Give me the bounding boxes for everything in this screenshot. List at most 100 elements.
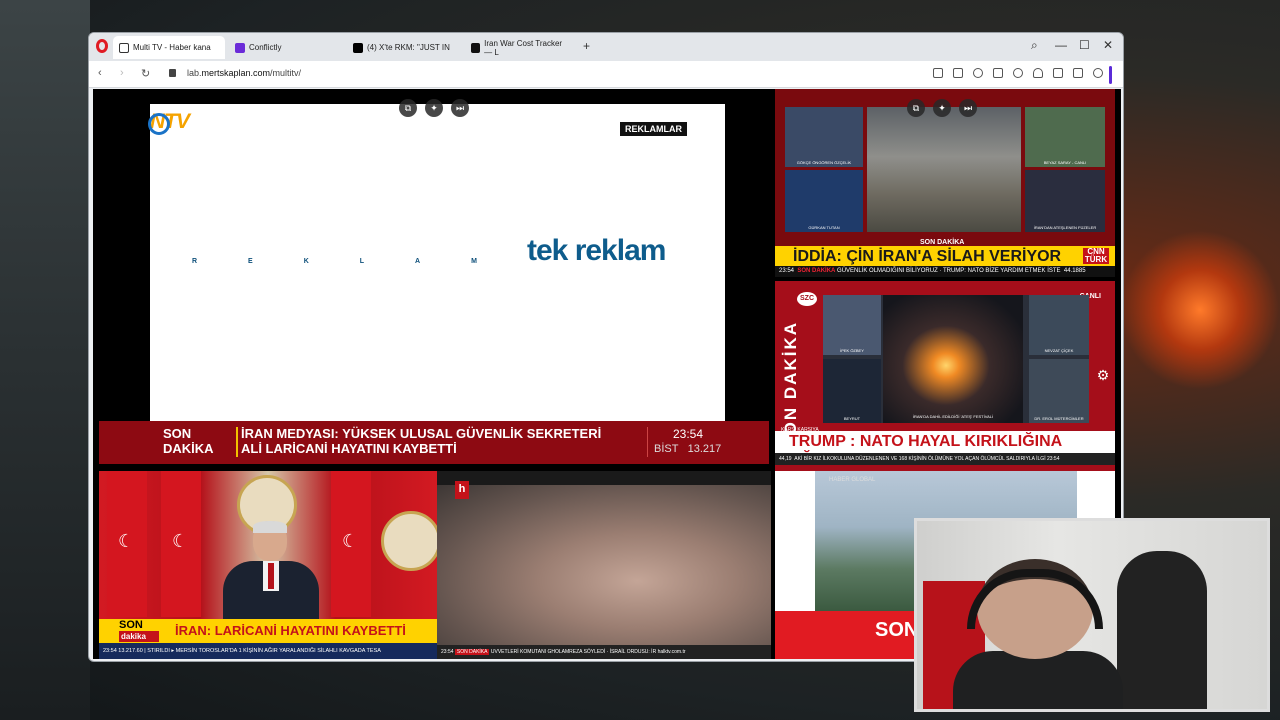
cnn-headline-band: İDDİA: ÇİN İRAN'A SİLAH VERİYOR CNN TÜRK xyxy=(775,246,1115,266)
halk-ticker: 23:54 SON DAKİKA UVVETLERİ KOMUTANI GHOL… xyxy=(437,645,771,659)
skip-icon[interactable]: ⏭ xyxy=(959,99,977,117)
sozcu-player[interactable]: SZC SON DAKİKA CANLI İPEK ÖZBEY BEYRUT İ… xyxy=(775,281,1115,471)
video-cell: İPEK ÖZBEY xyxy=(823,295,881,355)
ntv-player[interactable]: NTV REKLAMLAR REKLAM tek reklam SON DAKİK… xyxy=(99,89,769,464)
child-footage xyxy=(437,485,771,645)
video-cell: DR. EROL MÜTERCİMLER xyxy=(1029,359,1089,423)
son-dakika-logo: SON dakika xyxy=(119,619,167,643)
gaming-chair xyxy=(1117,551,1207,709)
halk-tv-logo: h xyxy=(455,481,469,499)
smoke-footage xyxy=(867,107,1021,232)
podium-background: ☾ ☾ ☾ xyxy=(99,471,441,619)
video-cell: NEVZAT ÇİÇEK xyxy=(1029,295,1089,355)
son-dakika-label: SON DAKİKA xyxy=(163,426,214,456)
tab-multi-tv[interactable]: Multi TV - Haber kana xyxy=(113,36,225,59)
x-logo-icon xyxy=(353,42,363,53)
ministry-seal xyxy=(381,511,441,571)
lock-icon xyxy=(169,69,176,77)
halk-tv-player[interactable]: h 23:54 SON DAKİKA UVVETLERİ KOMUTANI GH… xyxy=(437,471,771,659)
video-cell: BEYRUT xyxy=(823,359,881,423)
forward-icon[interactable]: › xyxy=(120,67,124,79)
ntv-ad-screen: NTV REKLAMLAR REKLAM tek reklam xyxy=(148,104,725,421)
cnn-logo: CNN TÜRK xyxy=(1083,247,1109,264)
wallet-icon[interactable] xyxy=(1013,68,1023,78)
szc-logo: SZC xyxy=(797,292,817,306)
fire-footage: İRAN'DA DAHİL EDİLDİĞİ 'ATEŞ' FESTİVALİ xyxy=(883,295,1023,423)
global-label: HABER GLOBAL xyxy=(829,477,876,483)
shield-icon[interactable] xyxy=(973,68,983,78)
opera-logo-icon[interactable] xyxy=(96,39,108,53)
tab-iran-war-cost[interactable]: Iran War Cost Tracker — L xyxy=(465,36,577,59)
conflictly-icon xyxy=(235,42,245,53)
tab-conflictly[interactable]: Conflictly xyxy=(229,36,341,59)
tab-label: Conflictly xyxy=(249,43,282,52)
minister-player[interactable]: ☾ ☾ ☾ SON dakika İRAN: LARİCANİ HAYATINI … xyxy=(99,471,441,659)
ntv-ticker: SON DAKİKA İRAN MEDYASI: YÜKSEK ULUSAL GÜ… xyxy=(99,421,769,464)
url-field[interactable]: lab.mertskaplan.com/multitv/ xyxy=(187,68,301,78)
cnn-turk-player[interactable]: GÖKÇE ÖNGÖREN ÖZÇELİK GÜRKAN TUTAN BEYAZ… xyxy=(775,89,1115,277)
desktop-background xyxy=(0,0,90,720)
url-prefix: lab. xyxy=(187,68,202,78)
minister-ticker: 23:54 13.217.60 | STIRILDI ▸ MERSİN TORO… xyxy=(99,643,437,659)
ads-badge: REKLAMLAR xyxy=(620,122,687,136)
tek-reklam-logo: tek reklam xyxy=(527,234,666,267)
tv-icon xyxy=(119,42,129,53)
szc-headline-band: TRUMP : NATO HAYAL KIRIKLIĞINA UĞRATTI xyxy=(775,431,1115,468)
background-fire-glow xyxy=(1120,230,1280,390)
menu-icon[interactable] xyxy=(1073,68,1083,78)
bist-index: BİST 13.217 xyxy=(654,443,722,455)
tab-label: Multi TV - Haber kana xyxy=(133,43,211,52)
profile-icon[interactable] xyxy=(1093,68,1103,78)
video-cell: GÜRKAN TUTAN xyxy=(785,170,863,232)
edit-icon[interactable] xyxy=(933,68,943,78)
video-cell: GÖKÇE ÖNGÖREN ÖZÇELİK xyxy=(785,107,863,167)
cnn-ticker: 23:54 SON DAKİKA GÜVENLİK OLMADIĞINI BİL… xyxy=(775,266,1115,277)
tab-label: (4) X'te RKM: "JUST IN xyxy=(367,43,450,52)
turkish-flag: ☾ xyxy=(107,471,147,617)
tab-label: Iran War Cost Tracker — L xyxy=(484,38,563,57)
pip-icon[interactable]: ⧉ xyxy=(907,99,925,117)
settings-gear-icon[interactable]: ⚙ xyxy=(1093,365,1113,385)
address-bar: ‹ › ↻ lab.mertskaplan.com/multitv/ xyxy=(89,61,1123,88)
ntv-time: 23:54 xyxy=(673,427,704,441)
minister-headline: İRAN: LARİCANİ HAYATINI KAYBETTİ xyxy=(175,623,406,638)
minister-headline-band: SON dakika İRAN: LARİCANİ HAYATINI KAYBET… xyxy=(99,619,437,643)
reload-icon[interactable]: ↻ xyxy=(141,67,150,80)
szc-video-grid: İPEK ÖZBEY BEYRUT İRAN'DA DAHİL EDİLDİĞİ… xyxy=(823,295,1089,423)
speaker xyxy=(223,521,319,619)
back-icon[interactable]: ‹ xyxy=(98,67,102,79)
heart-icon[interactable] xyxy=(1033,68,1043,78)
new-tab-button[interactable]: + xyxy=(583,39,590,53)
ntv-logo: NTV xyxy=(148,110,190,135)
ticker-divider xyxy=(647,427,648,457)
url-domain: mertskaplan.com xyxy=(201,68,271,78)
camera-icon[interactable] xyxy=(953,68,963,78)
cnn-headline: İDDİA: ÇİN İRAN'A SİLAH VERİYOR xyxy=(793,248,1062,265)
sidebar-toggle[interactable] xyxy=(1109,66,1112,84)
close-button[interactable]: ✕ xyxy=(1103,38,1113,52)
global-headline: SON xyxy=(875,619,919,641)
video-cell: BEYAZ SARAY - CANLI xyxy=(1025,107,1105,167)
play-icon[interactable] xyxy=(993,68,1003,78)
pip-icon[interactable]: ⧉ xyxy=(399,99,417,117)
tab-x-rkm[interactable]: (4) X'te RKM: "JUST IN xyxy=(347,36,459,59)
magic-icon[interactable]: ✦ xyxy=(933,99,951,117)
tab-bar: Multi TV - Haber kana Conflictly (4) X't… xyxy=(89,33,1123,61)
download-icon[interactable] xyxy=(1053,68,1063,78)
url-path: /multitv/ xyxy=(270,68,302,78)
cnn-video-grid: GÖKÇE ÖNGÖREN ÖZÇELİK GÜRKAN TUTAN BEYAZ… xyxy=(785,107,1105,232)
ntv-headline: İRAN MEDYASI: YÜKSEK ULUSAL GÜVENLİK SEK… xyxy=(241,426,602,456)
dollar-icon xyxy=(471,42,481,53)
turkish-flag: ☾ xyxy=(161,471,201,617)
video-cell: İRAN'DAN ATEŞLENEN FÜZELER xyxy=(1025,170,1105,232)
szc-ticker: 44,19 AKİ BİR KIZ İLKOKULUNA DÜZENLENEN … xyxy=(775,453,1115,465)
maximize-button[interactable]: ☐ xyxy=(1079,38,1090,52)
search-tabs-icon[interactable]: ⌕ xyxy=(1031,38,1038,53)
reklam-spaced-text: REKLAM xyxy=(192,258,528,265)
magic-icon[interactable]: ✦ xyxy=(425,99,443,117)
ticker-divider xyxy=(236,427,238,457)
webcam-overlay xyxy=(914,518,1270,712)
streamer-body xyxy=(953,651,1123,709)
skip-icon[interactable]: ⏭ xyxy=(451,99,469,117)
minimize-button[interactable]: — xyxy=(1055,38,1067,52)
